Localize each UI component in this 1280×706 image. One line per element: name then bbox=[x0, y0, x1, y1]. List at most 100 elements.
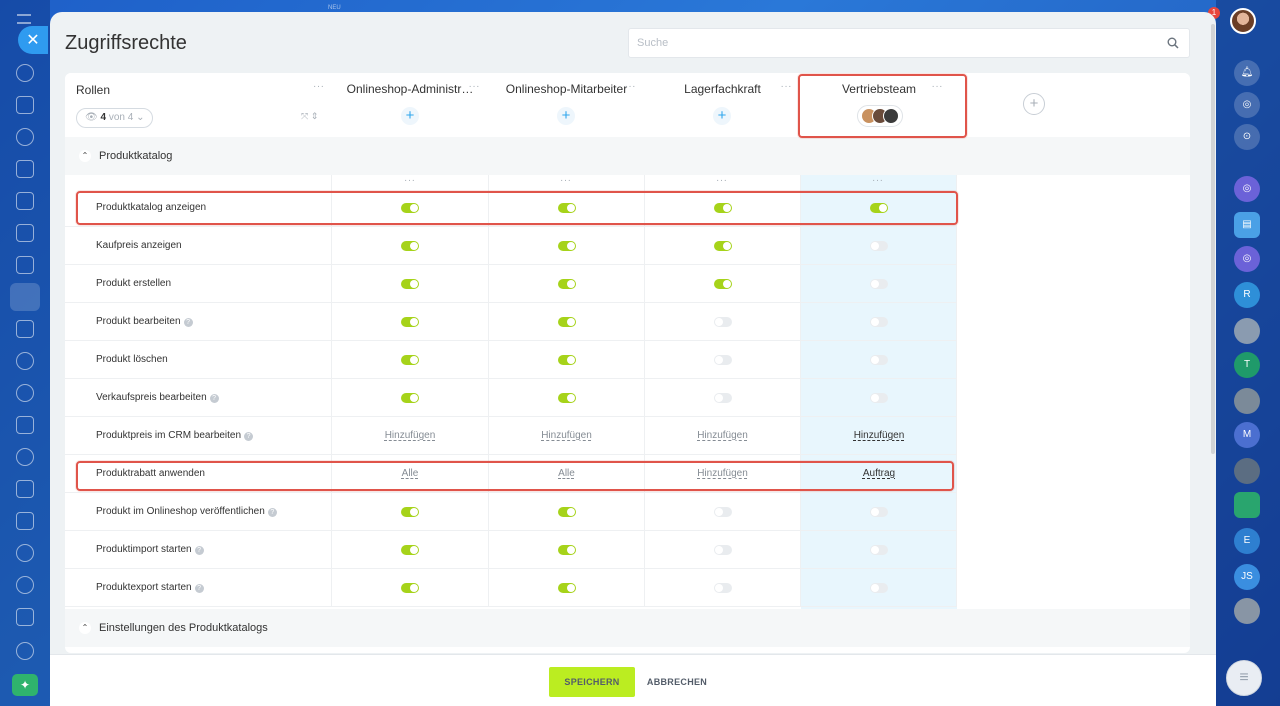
chevron-up-icon[interactable]: ⌃ bbox=[79, 150, 91, 162]
add-member-button[interactable]: + bbox=[557, 107, 575, 125]
permission-value-link[interactable]: Hinzufügen bbox=[332, 430, 488, 441]
contact-avatar-r[interactable]: R bbox=[1234, 282, 1260, 308]
toggle-on[interactable] bbox=[558, 545, 576, 555]
cart-icon[interactable] bbox=[16, 512, 34, 530]
cancel-button[interactable]: ABBRECHEN bbox=[642, 667, 712, 697]
toggle-off[interactable] bbox=[870, 241, 888, 251]
group-avatar[interactable] bbox=[1234, 492, 1260, 518]
search-chat-icon[interactable]: ⊙ bbox=[1234, 124, 1260, 150]
more-icon[interactable]: ··· bbox=[469, 81, 481, 92]
chat-channel-icon[interactable]: ◎ bbox=[1234, 176, 1260, 202]
toggle-off[interactable] bbox=[870, 545, 888, 555]
more-icon[interactable]: ··· bbox=[781, 81, 793, 92]
drive-icon[interactable] bbox=[16, 256, 34, 274]
toggle-on[interactable] bbox=[714, 279, 732, 289]
toggle-off[interactable] bbox=[870, 317, 888, 327]
sites-icon[interactable] bbox=[16, 544, 34, 562]
add-member-button[interactable]: + bbox=[713, 107, 731, 125]
role-column-warehouse[interactable]: Lagerfachkraft ··· + bbox=[645, 73, 800, 137]
toggle-off[interactable] bbox=[870, 355, 888, 365]
more-icon[interactable]: ··· bbox=[404, 649, 416, 653]
help-icon[interactable]: ? bbox=[244, 432, 254, 441]
help-icon[interactable]: ? bbox=[267, 508, 277, 517]
toggle-on[interactable] bbox=[401, 393, 419, 403]
analytics-icon[interactable] bbox=[16, 480, 34, 498]
user-avatar[interactable] bbox=[1230, 8, 1256, 34]
add-member-button[interactable]: + bbox=[401, 107, 419, 125]
settings-icon[interactable] bbox=[16, 642, 34, 660]
document-icon[interactable] bbox=[16, 192, 34, 210]
rocket-icon[interactable]: ✦ bbox=[12, 674, 38, 696]
contact-avatar-photo-2[interactable] bbox=[1234, 388, 1260, 414]
section-catalog-settings[interactable]: ⌃ Einstellungen des Produktkatalogs bbox=[65, 609, 1190, 647]
chat-icon[interactable] bbox=[16, 128, 34, 146]
more-icon[interactable]: ··· bbox=[716, 175, 728, 186]
more-icon[interactable]: ··· bbox=[716, 649, 728, 653]
help-icon[interactable]: ? bbox=[183, 318, 193, 327]
tasks-icon[interactable] bbox=[16, 224, 34, 242]
toggle-on[interactable] bbox=[558, 355, 576, 365]
lightning-icon[interactable] bbox=[16, 64, 34, 82]
toggle-on[interactable] bbox=[558, 317, 576, 327]
toggle-on[interactable] bbox=[401, 241, 419, 251]
more-icon[interactable]: ··· bbox=[404, 175, 416, 186]
toggle-off[interactable] bbox=[870, 393, 888, 403]
scrollbar[interactable] bbox=[1211, 24, 1215, 454]
mail-icon[interactable] bbox=[16, 320, 34, 338]
role-column-onlineshop-admin[interactable]: Onlineshop-Administr… ··· + bbox=[332, 73, 488, 137]
group-chat-icon[interactable]: ▤ bbox=[1234, 212, 1260, 238]
toggle-off[interactable] bbox=[714, 545, 732, 555]
section-produktkatalog[interactable]: ⌃ Produktkatalog bbox=[65, 137, 1190, 175]
menu-button[interactable]: ≡ bbox=[1226, 660, 1262, 696]
toggle-on[interactable] bbox=[401, 583, 419, 593]
help-icon[interactable]: ? bbox=[209, 394, 219, 403]
contact-avatar-photo-4[interactable] bbox=[1234, 598, 1260, 624]
search-input[interactable] bbox=[629, 29, 1189, 57]
toggle-on[interactable] bbox=[558, 507, 576, 517]
calendar-icon[interactable] bbox=[16, 160, 34, 178]
contact-avatar-t[interactable]: T bbox=[1234, 352, 1260, 378]
crm-icon-active[interactable] bbox=[10, 283, 40, 311]
help-icon[interactable]: ? bbox=[194, 584, 204, 593]
toggle-on[interactable] bbox=[401, 355, 419, 365]
contacts-icon[interactable] bbox=[16, 352, 34, 370]
search-icon[interactable] bbox=[1167, 37, 1179, 49]
toggle-off[interactable] bbox=[870, 279, 888, 289]
toggle-off[interactable] bbox=[870, 507, 888, 517]
more-icon[interactable]: ··· bbox=[313, 81, 325, 92]
toggle-on[interactable] bbox=[401, 507, 419, 517]
sort-icon[interactable]: ⤧ ⇕ bbox=[301, 111, 318, 122]
toggle-off[interactable] bbox=[714, 355, 732, 365]
permission-value-link[interactable]: Hinzufügen bbox=[489, 430, 644, 441]
role-visibility-filter[interactable]: 👁︎ 4 von 4 ⌄ bbox=[76, 108, 154, 128]
add-role-button[interactable]: + bbox=[1023, 93, 1045, 115]
contact-avatar-photo-3[interactable] bbox=[1234, 458, 1260, 484]
more-icon[interactable]: ··· bbox=[872, 175, 884, 186]
toggle-off[interactable] bbox=[714, 583, 732, 593]
store-icon[interactable] bbox=[16, 608, 34, 626]
notifications-icon[interactable]: 🔔︎ bbox=[1234, 60, 1260, 86]
target-icon[interactable] bbox=[16, 448, 34, 466]
more-icon[interactable]: ··· bbox=[560, 649, 572, 653]
toggle-on[interactable] bbox=[558, 393, 576, 403]
contact-avatar-js[interactable]: JS bbox=[1234, 564, 1260, 590]
search-field[interactable] bbox=[628, 28, 1190, 58]
permission-value-link[interactable]: Hinzufügen bbox=[801, 430, 957, 441]
contact-avatar-m[interactable]: M bbox=[1234, 422, 1260, 448]
contact-avatar-photo[interactable] bbox=[1234, 318, 1260, 344]
chevron-up-icon[interactable]: ⌃ bbox=[79, 622, 91, 634]
shield-icon[interactable] bbox=[16, 384, 34, 402]
robot-icon[interactable] bbox=[16, 576, 34, 594]
more-icon[interactable]: ··· bbox=[560, 175, 572, 186]
toggle-off[interactable] bbox=[714, 507, 732, 517]
toggle-off[interactable] bbox=[870, 583, 888, 593]
toggle-on[interactable] bbox=[558, 279, 576, 289]
help-icon[interactable]: ? bbox=[194, 546, 204, 555]
more-icon[interactable]: ··· bbox=[872, 649, 884, 653]
menu-icon[interactable] bbox=[17, 14, 31, 24]
chat-channel-icon-2[interactable]: ◎ bbox=[1234, 246, 1260, 272]
toggle-on[interactable] bbox=[558, 583, 576, 593]
more-icon[interactable]: ··· bbox=[625, 81, 637, 92]
toggle-on[interactable] bbox=[401, 545, 419, 555]
feed-icon[interactable] bbox=[16, 96, 34, 114]
